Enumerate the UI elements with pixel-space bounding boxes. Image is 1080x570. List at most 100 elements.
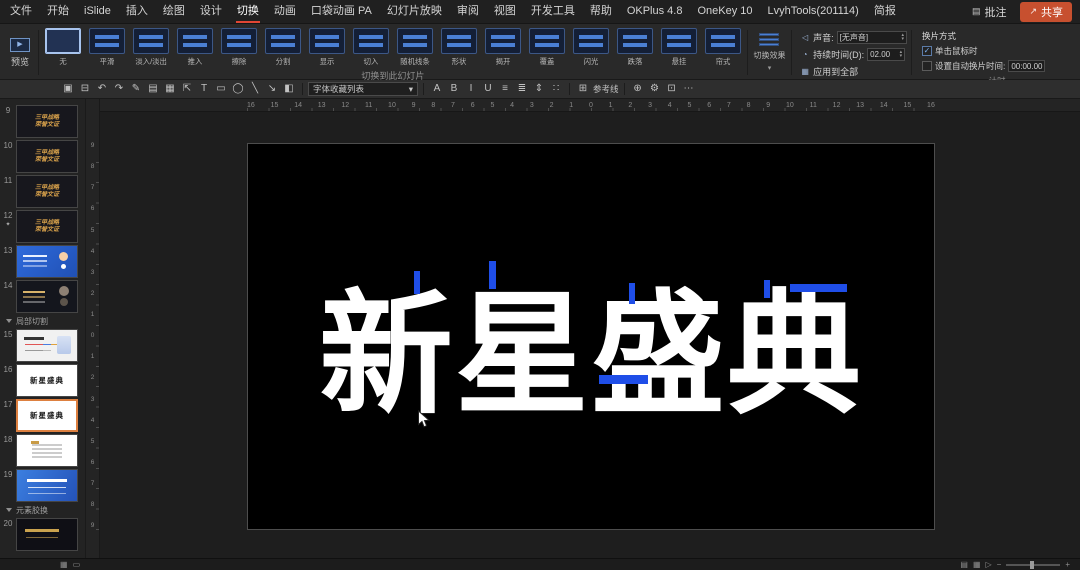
- zoom-slider[interactable]: [1006, 564, 1060, 566]
- section-header[interactable]: 元素胶换: [0, 504, 85, 516]
- menu-tab[interactable]: 简报: [872, 0, 898, 24]
- normal-view-icon[interactable]: ▤: [960, 559, 968, 570]
- arrange-icon[interactable]: ⊡: [664, 80, 680, 98]
- transition-item[interactable]: 切入: [349, 26, 393, 67]
- slide-thumbnail[interactable]: 三甲战略 荣誉文证: [16, 210, 78, 243]
- transition-item[interactable]: 分割: [261, 26, 305, 67]
- preview-button[interactable]: ▶ 预览: [4, 26, 36, 79]
- menu-tab[interactable]: OKPlus 4.8: [625, 0, 685, 24]
- fill-color-icon[interactable]: ◧: [281, 80, 297, 98]
- auto-advance-option[interactable]: 设置自动换片时间: 00:00.00: [922, 60, 1072, 72]
- align-center-icon[interactable]: ≣: [514, 80, 530, 98]
- shape-line-icon[interactable]: ╲: [247, 80, 263, 98]
- menu-tab[interactable]: 审阅: [455, 0, 481, 24]
- menu-tab[interactable]: 幻灯片放映: [385, 0, 444, 24]
- editor-canvas[interactable]: 1615141312111098765432101234567891011121…: [100, 99, 1080, 558]
- checkbox-unchecked-icon[interactable]: [922, 61, 932, 71]
- spinner[interactable]: ▴▾: [900, 51, 903, 58]
- undo-icon[interactable]: ↶: [94, 80, 110, 98]
- slide-thumbnail-row[interactable]: 9 三甲战略 荣誉文证: [0, 105, 83, 138]
- checkbox-checked-icon[interactable]: ✓: [922, 46, 932, 56]
- slide-thumbnail-row[interactable]: 10 三甲战略 荣誉文证: [0, 140, 83, 173]
- transition-item[interactable]: 形状: [437, 26, 481, 67]
- transition-effects-button[interactable]: 切换效果 ▾: [750, 26, 789, 79]
- shape-oval-icon[interactable]: ◯: [230, 80, 246, 98]
- select-tool-icon[interactable]: ⇱: [179, 80, 195, 98]
- menu-tab[interactable]: 切换: [235, 0, 261, 24]
- slide-thumbnail-row[interactable]: 11 三甲战略 荣誉文证: [0, 175, 83, 208]
- zoom-out-button[interactable]: −: [997, 559, 1002, 570]
- slide-thumbnail[interactable]: 三甲战略 荣誉文证: [16, 105, 78, 138]
- section-header[interactable]: 局部切割: [0, 315, 85, 327]
- transition-item[interactable]: 帘式: [701, 26, 745, 67]
- transition-item[interactable]: 平滑: [85, 26, 129, 67]
- transition-item[interactable]: 显示: [305, 26, 349, 67]
- transition-item[interactable]: 悬挂: [657, 26, 701, 67]
- font-color-icon[interactable]: A: [429, 80, 445, 98]
- menu-tab[interactable]: 开发工具: [529, 0, 577, 24]
- duration-input[interactable]: 02.00 ▴▾: [867, 48, 905, 61]
- on-click-option[interactable]: ✓ 单击鼠标时: [922, 45, 1072, 57]
- settings-icon[interactable]: ⚙: [647, 80, 663, 98]
- menu-tab[interactable]: 开始: [45, 0, 71, 24]
- more-tools-icon[interactable]: ⋯: [681, 80, 697, 98]
- transition-item[interactable]: 揭开: [481, 26, 525, 67]
- transition-item[interactable]: 无: [41, 26, 85, 67]
- slide-thumbnail[interactable]: [16, 245, 78, 278]
- menu-tab[interactable]: 绘图: [161, 0, 187, 24]
- menu-tab[interactable]: iSlide: [82, 0, 113, 24]
- guides-toggle[interactable]: ⊞ 参考线: [575, 80, 619, 98]
- transition-item[interactable]: 淡入/淡出: [129, 26, 173, 67]
- new-slide-icon[interactable]: ▤: [145, 80, 161, 98]
- line-spacing-icon[interactable]: ⇕: [531, 80, 547, 98]
- slide-thumbnail-row[interactable]: 18: [0, 434, 83, 467]
- save-icon[interactable]: ▣: [60, 80, 76, 98]
- slide-layout-icon[interactable]: ▦: [162, 80, 178, 98]
- slide-thumbnail[interactable]: [16, 469, 78, 502]
- transition-item[interactable]: 推入: [173, 26, 217, 67]
- slide-sorter-icon[interactable]: ▦: [973, 559, 981, 570]
- theme-icon[interactable]: ▦: [60, 559, 68, 570]
- menu-tab[interactable]: 视图: [492, 0, 518, 24]
- align-left-icon[interactable]: ≡: [497, 80, 513, 98]
- apply-to-all-button[interactable]: ▦ 应用到全部: [800, 65, 907, 78]
- notes-icon[interactable]: ▭: [73, 559, 81, 570]
- transition-item[interactable]: 闪光: [569, 26, 613, 67]
- redo-icon[interactable]: ↷: [111, 80, 127, 98]
- shape-arrow-icon[interactable]: ↘: [264, 80, 280, 98]
- menu-tab[interactable]: 口袋动画 PA: [309, 0, 374, 24]
- share-button[interactable]: ↗ 共享: [1020, 2, 1072, 22]
- print-icon[interactable]: ⊟: [77, 80, 93, 98]
- menu-tab[interactable]: LvyhTools(201114): [766, 0, 861, 24]
- menu-tab[interactable]: 设计: [198, 0, 224, 24]
- sound-select[interactable]: [无声音] ▴▾: [837, 31, 907, 44]
- slide-thumbnail-row[interactable]: 13: [0, 245, 83, 278]
- text-box-icon[interactable]: T: [196, 80, 212, 98]
- transition-item[interactable]: 擦除: [217, 26, 261, 67]
- slide-thumbnail[interactable]: 新星盛典: [16, 364, 78, 397]
- slide-thumbnail[interactable]: [16, 329, 78, 362]
- format-painter-icon[interactable]: ✎: [128, 80, 144, 98]
- bullet-list-icon[interactable]: ∷: [548, 80, 564, 98]
- slide-thumbnail[interactable]: 新星盛典: [16, 399, 78, 432]
- slide-thumbnail[interactable]: 三甲战略 荣誉文证: [16, 175, 78, 208]
- slide-thumbnail-row[interactable]: 15: [0, 329, 83, 362]
- transition-item[interactable]: 随机线条: [393, 26, 437, 67]
- slide-thumbnail[interactable]: 三甲战略 荣誉文证: [16, 140, 78, 173]
- slide-thumbnail-row[interactable]: 17 新星盛典: [0, 399, 83, 432]
- comments-button[interactable]: ▤ 批注: [966, 2, 1013, 22]
- menu-tab[interactable]: 插入: [124, 0, 150, 24]
- slideshow-icon[interactable]: ▷: [986, 559, 992, 570]
- slide-thumbnail-row[interactable]: 19: [0, 469, 83, 502]
- menu-tab[interactable]: OneKey 10: [695, 0, 754, 24]
- italic-icon[interactable]: I: [463, 80, 479, 98]
- transition-item[interactable]: 跌落: [613, 26, 657, 67]
- slide-thumbnail[interactable]: [16, 434, 78, 467]
- menu-tab[interactable]: 动画: [272, 0, 298, 24]
- underline-icon[interactable]: U: [480, 80, 496, 98]
- bold-icon[interactable]: B: [446, 80, 462, 98]
- slide-title-text[interactable]: 新星盛典: [248, 144, 934, 529]
- slide-canvas[interactable]: 新星盛典: [247, 143, 935, 530]
- font-collection-combo[interactable]: 字体收藏列表 ▾: [308, 82, 418, 96]
- menu-tab[interactable]: 文件: [8, 0, 34, 24]
